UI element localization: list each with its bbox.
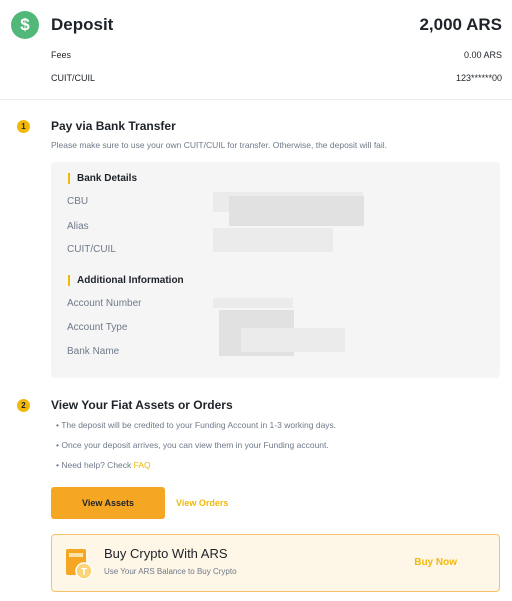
dollar-icon: $ bbox=[11, 11, 39, 39]
buy-crypto-banner: T Buy Crypto With ARS Use Your ARS Balan… bbox=[51, 534, 500, 592]
view-assets-button[interactable]: View Assets bbox=[51, 487, 165, 519]
cbu-label: CBU bbox=[67, 196, 89, 207]
deposit-summary: $ Deposit 2,000 ARS Fees 0.00 ARS CUIT/C… bbox=[0, 0, 512, 100]
view-orders-link[interactable]: View Orders bbox=[176, 498, 228, 508]
bank-details-heading: Bank Details bbox=[68, 173, 137, 184]
list-item: • Need help? Check FAQ bbox=[56, 460, 151, 470]
fees-label: Fees bbox=[51, 50, 72, 60]
step-2-title: View Your Fiat Assets or Orders bbox=[51, 398, 233, 412]
account-type-label: Account Type bbox=[67, 322, 128, 333]
alias-value-redacted bbox=[229, 196, 364, 226]
cuit-value-redacted bbox=[213, 228, 333, 252]
list-item: • The deposit will be credited to your F… bbox=[56, 420, 337, 430]
promo-title: Buy Crypto With ARS bbox=[104, 546, 228, 561]
cuit-label: CUIT/CUIL bbox=[51, 73, 96, 83]
account-number-redacted bbox=[213, 298, 293, 308]
wallet-coin-icon: T bbox=[66, 549, 93, 580]
bank-name-label: Bank Name bbox=[67, 346, 120, 357]
deposit-amount: 2,000 ARS bbox=[419, 15, 502, 34]
cuit-value: 123******00 bbox=[455, 73, 502, 83]
promo-subtitle: Use Your ARS Balance to Buy Crypto bbox=[104, 567, 237, 576]
additional-info-heading: Additional Information bbox=[68, 275, 184, 286]
alias-label: Alias bbox=[67, 221, 89, 232]
step-1-description: Please make sure to use your own CUIT/CU… bbox=[51, 140, 388, 150]
cuit-cuil-label: CUIT/CUIL bbox=[67, 244, 116, 255]
fees-value: 0.00 ARS bbox=[463, 50, 502, 60]
account-number-label: Account Number bbox=[67, 298, 142, 309]
list-item: • Once your deposit arrives, you can vie… bbox=[56, 440, 329, 450]
buy-now-button[interactable]: Buy Now bbox=[414, 557, 457, 568]
step-2-badge: 2 bbox=[17, 399, 30, 412]
bank-details-panel: Bank Details CBU Alias CUIT/CUIL Additio… bbox=[51, 162, 500, 378]
svg-text:T: T bbox=[81, 567, 87, 578]
step-1-title: Pay via Bank Transfer bbox=[51, 119, 176, 133]
step-1-badge: 1 bbox=[17, 120, 30, 133]
page-title: Deposit bbox=[51, 15, 114, 34]
faq-link[interactable]: FAQ bbox=[134, 460, 151, 470]
bank-name-redacted bbox=[241, 328, 345, 352]
